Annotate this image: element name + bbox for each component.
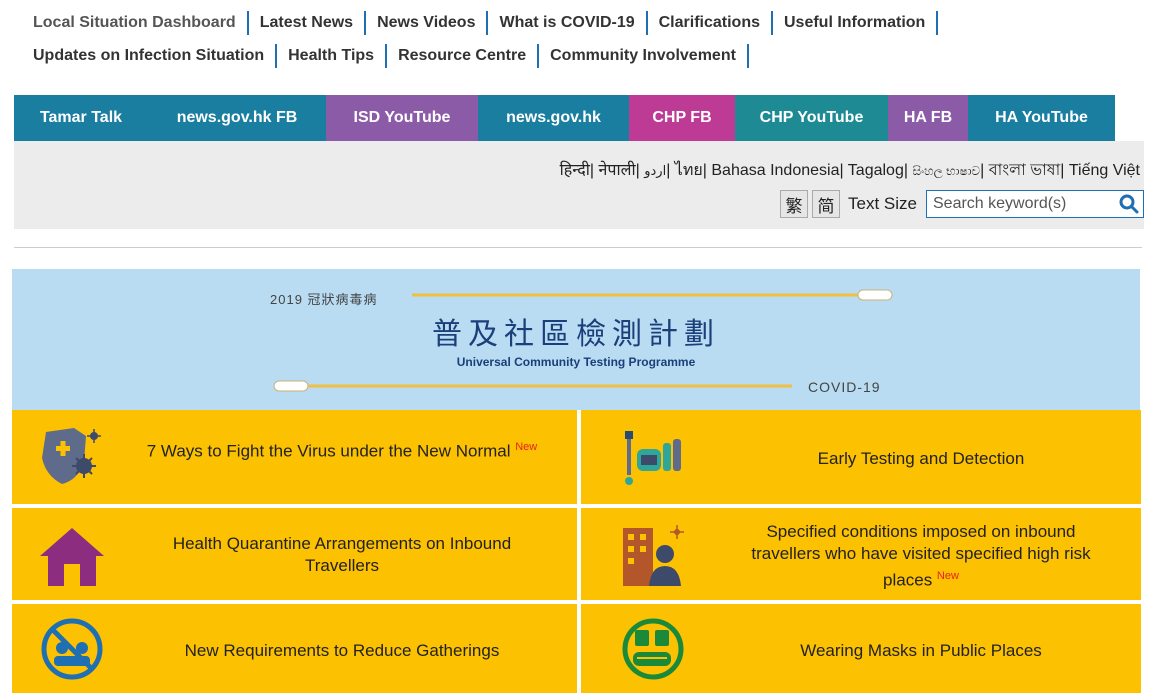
nav-health-tips[interactable]: Health Tips — [277, 43, 388, 68]
lang-bahasa-indonesia[interactable]: Bahasa Indonesia — [711, 162, 839, 179]
lang-hindi[interactable]: हिन्दी — [560, 162, 590, 179]
social-button-news-gov[interactable]: news.gov.hk — [478, 95, 629, 141]
tile-health-quarantine[interactable]: Health Quarantine Arrangements on Inboun… — [12, 508, 579, 602]
social-button-ha-youtube[interactable]: HA YouTube — [968, 95, 1115, 141]
house-icon — [40, 528, 104, 586]
divider — [14, 247, 1142, 248]
universal-testing-banner[interactable]: 2019 冠狀病毒病 普及社區檢測計劃 Universal Community … — [12, 269, 1140, 410]
tile-reduce-gatherings[interactable]: New Requirements to Reduce Gatherings — [12, 604, 579, 693]
lang-tagalog[interactable]: Tagalog — [848, 162, 904, 179]
nav-useful-information[interactable]: Useful Information — [773, 10, 939, 35]
tile-wearing-masks[interactable]: Wearing Masks in Public Places — [581, 604, 1141, 693]
simplified-chinese-button[interactable]: 简 — [812, 190, 841, 218]
search-icon[interactable] — [1115, 190, 1143, 218]
top-nav-row-1: Local Situation Dashboard Latest News Ne… — [33, 9, 1133, 36]
lang-vietnamese[interactable]: Tiếng Việt — [1069, 162, 1140, 179]
search-box — [926, 190, 1144, 218]
banner-covid-label: COVID-19 — [808, 379, 881, 395]
tile-label: Specified conditions imposed on inbound … — [751, 522, 1091, 590]
lang-bengali[interactable]: বাংলা ভাষা — [989, 162, 1060, 179]
banner-title-chinese: 普及社區檢測計劃 — [432, 317, 720, 352]
banner-year-line: 2019 冠狀病毒病 — [270, 292, 378, 307]
nav-latest-news[interactable]: Latest News — [249, 10, 367, 35]
traveller-building-icon — [623, 525, 684, 586]
no-gathering-icon — [41, 618, 103, 680]
top-navigation: Local Situation Dashboard Latest News Ne… — [33, 9, 1133, 69]
nav-community-involvement[interactable]: Community Involvement — [539, 43, 749, 68]
lang-thai[interactable]: ไทย — [675, 162, 703, 179]
social-button-chp-fb[interactable]: CHP FB — [629, 95, 735, 141]
virus-shield-icon — [42, 428, 101, 484]
social-button-isd-youtube[interactable]: ISD YouTube — [326, 95, 478, 141]
lang-nepali[interactable]: नेपाली — [599, 162, 636, 179]
social-button-chp-youtube[interactable]: CHP YouTube — [735, 95, 888, 141]
nav-what-is-covid[interactable]: What is COVID-19 — [488, 10, 648, 35]
text-size-control[interactable]: Text Size — [848, 194, 917, 214]
nav-updates-infection[interactable]: Updates on Infection Situation — [33, 43, 278, 68]
social-button-tamar-talk[interactable]: Tamar Talk — [14, 95, 148, 141]
tile-specified-conditions[interactable]: Specified conditions imposed on inbound … — [581, 508, 1141, 602]
nav-local-situation-dashboard[interactable]: Local Situation Dashboard — [33, 10, 249, 35]
utility-panel: हिन्दी| नेपाली| اردو| ไทย| Bahasa Indone… — [14, 141, 1144, 229]
top-nav-row-2: Updates on Infection Situation Health Ti… — [33, 42, 1133, 69]
tile-label: Early Testing and Detection — [817, 449, 1025, 468]
mask-transport-icon — [622, 618, 684, 680]
traditional-chinese-button[interactable]: 繁 — [780, 190, 809, 218]
tile-label: Health Quarantine Arrangements on Inboun… — [172, 534, 512, 575]
search-input[interactable] — [927, 194, 1115, 214]
nav-news-videos[interactable]: News Videos — [366, 10, 489, 35]
social-button-ha-fb[interactable]: HA FB — [888, 95, 968, 141]
tile-early-testing[interactable]: Early Testing and Detection — [581, 410, 1141, 506]
tile-label: 7 Ways to Fight the Virus under the New … — [146, 441, 511, 461]
test-kit-icon — [625, 431, 681, 485]
lang-urdu[interactable]: اردو — [644, 163, 666, 178]
social-media-bar: Tamar Talk news.gov.hk FB ISD YouTube ne… — [14, 95, 1115, 141]
lang-sinhala[interactable]: සිංහල භාෂාව — [912, 164, 980, 178]
nav-resource-centre[interactable]: Resource Centre — [387, 43, 540, 68]
language-links: हिन्दी| नेपाली| اردو| ไทย| Bahasa Indone… — [559, 162, 1140, 179]
new-badge: New — [936, 570, 959, 582]
page-tools: 繁 简 Text Size — [780, 189, 1144, 219]
tile-7-ways-fight-virus[interactable]: 7 Ways to Fight the Virus under the New … — [12, 410, 579, 506]
new-badge: New — [515, 441, 538, 453]
banner-title-english: Universal Community Testing Programme — [456, 355, 696, 369]
tile-label: Wearing Masks in Public Places — [800, 641, 1042, 660]
tile-label: New Requirements to Reduce Gatherings — [184, 641, 500, 660]
social-button-news-gov-fb[interactable]: news.gov.hk FB — [148, 95, 326, 141]
nav-clarifications[interactable]: Clarifications — [648, 10, 773, 35]
